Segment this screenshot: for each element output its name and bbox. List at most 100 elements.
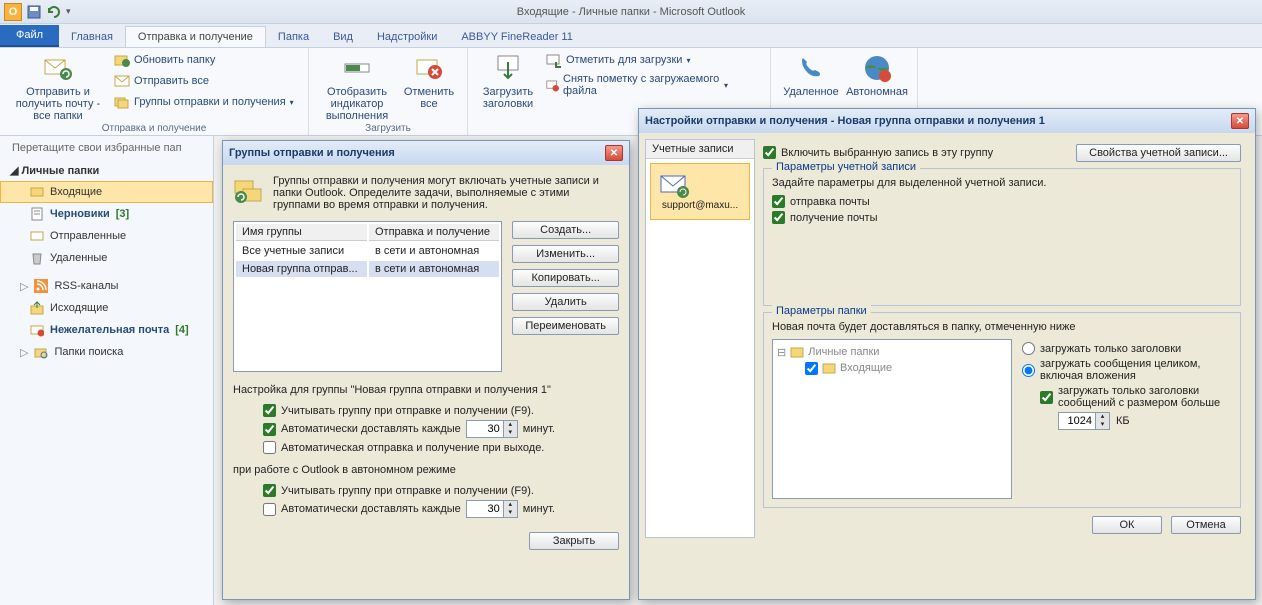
nav-inbox[interactable]: Входящие xyxy=(0,181,213,203)
folder-root-icon xyxy=(790,345,804,359)
dialog1-intro: Группы отправки и получения могут включа… xyxy=(273,175,619,211)
spin-up-icon[interactable]: ▴ xyxy=(503,501,517,509)
nav-search-folders[interactable]: ▷Папки поиска xyxy=(0,341,213,363)
tab-abbyy[interactable]: ABBYY FineReader 11 xyxy=(449,27,585,47)
unmark-button[interactable]: Снять пометку с загружаемого файла ▾ xyxy=(542,71,732,99)
favorites-hint: Перетащите свои избранные пап xyxy=(0,136,213,160)
dialog2-close-button[interactable]: ✕ xyxy=(1231,113,1249,129)
send-receive-all-button[interactable]: Отправить и получить почту - все папки xyxy=(8,50,108,124)
spin-down-icon[interactable]: ▾ xyxy=(1095,421,1109,429)
auto-interval-spinner-offline[interactable]: ▴▾ xyxy=(466,500,518,518)
junk-label: Нежелательная почта xyxy=(50,324,169,336)
mark-download-button[interactable]: Отметить для загрузки ▾ xyxy=(542,50,732,70)
tab-addins[interactable]: Надстройки xyxy=(365,27,449,47)
auto-interval-input[interactable] xyxy=(467,422,503,436)
account-properties-button[interactable]: Свойства учетной записи... xyxy=(1076,144,1241,162)
dialog1-title: Группы отправки и получения xyxy=(229,147,395,159)
deleted-label: Удаленные xyxy=(50,252,107,264)
radio-full-label: загружать сообщения целиком, включая вло… xyxy=(1040,358,1232,382)
envelope-icon xyxy=(114,73,130,89)
cancel-icon xyxy=(413,52,445,84)
dialup-button[interactable]: Удаленное xyxy=(779,50,843,100)
account-name: support@maxu... xyxy=(659,200,741,211)
groups-listbox[interactable]: Имя группыОтправка и получение Все учетн… xyxy=(233,221,502,372)
tab-folder[interactable]: Папка xyxy=(266,27,321,47)
tab-view[interactable]: Вид xyxy=(321,27,365,47)
edit-button[interactable]: Изменить... xyxy=(512,245,619,263)
save-icon[interactable] xyxy=(26,4,42,20)
spin-up-icon[interactable]: ▴ xyxy=(1095,413,1109,421)
ribbon-group-sendreceive: Отправить и получить почту - все папки О… xyxy=(0,48,309,135)
drafts-count: [3] xyxy=(116,208,129,220)
drafts-icon xyxy=(30,207,44,221)
nav-outbox[interactable]: Исходящие xyxy=(0,297,213,319)
chk-include-offline[interactable]: Учитывать группу при отправке и получени… xyxy=(263,484,619,497)
spin-up-icon[interactable]: ▴ xyxy=(503,421,517,429)
tree-inbox[interactable]: Входящие xyxy=(777,360,1007,376)
close-button[interactable]: Закрыть xyxy=(529,532,619,550)
chk-include-online[interactable]: Учитывать группу при отправке и получени… xyxy=(263,404,619,417)
cancel-button[interactable]: Отмена xyxy=(1171,516,1241,534)
dialog1-close-button[interactable]: ✕ xyxy=(605,145,623,161)
tab-file[interactable]: Файл xyxy=(0,25,59,47)
chk-include2-label: Учитывать группу при отправке и получени… xyxy=(281,485,534,497)
account-icon xyxy=(659,172,691,200)
nav-deleted[interactable]: Удаленные xyxy=(0,247,213,269)
tab-send-receive[interactable]: Отправка и получение xyxy=(125,26,266,47)
new-button[interactable]: Создать... xyxy=(512,221,619,239)
ok-button[interactable]: ОК xyxy=(1092,516,1162,534)
col-name: Имя группы xyxy=(236,224,367,241)
radio-full-items[interactable]: загружать сообщения целиком, включая вло… xyxy=(1022,358,1232,382)
nav-sent[interactable]: Отправленные xyxy=(0,225,213,247)
accounts-tab-header: Учетные записи xyxy=(646,140,754,159)
tab-home[interactable]: Главная xyxy=(59,27,125,47)
junk-count: [4] xyxy=(175,324,188,336)
size-input[interactable] xyxy=(1059,414,1095,428)
list-row[interactable]: Новая группа отправ...в сети и автономна… xyxy=(236,261,499,277)
outlook-icon[interactable]: O xyxy=(4,3,22,21)
tree-inbox-checkbox[interactable] xyxy=(805,362,818,375)
chk-receive-mail[interactable]: получение почты xyxy=(772,211,1232,224)
account-node[interactable]: ◢ Личные папки xyxy=(0,160,213,181)
cancel-all-button[interactable]: Отменить все xyxy=(399,50,459,112)
spin-down-icon[interactable]: ▾ xyxy=(503,429,517,437)
group-label-download: Загрузить xyxy=(309,123,467,134)
update-folder-button[interactable]: Обновить папку xyxy=(110,50,300,70)
spin-down-icon[interactable]: ▾ xyxy=(503,509,517,517)
chk-auto-online[interactable]: Автоматически доставлять каждые ▴▾ минут… xyxy=(263,420,619,438)
folder-tree[interactable]: ⊟Личные папки Входящие xyxy=(772,339,1012,499)
delete-button[interactable]: Удалить xyxy=(512,293,619,311)
undo-icon[interactable] xyxy=(46,4,62,20)
chk-send-mail[interactable]: отправка почты xyxy=(772,195,1232,208)
fieldset-account-params: Параметры учетной записи Задайте парамет… xyxy=(763,168,1241,306)
auto-interval2-input[interactable] xyxy=(467,502,503,516)
show-progress-button[interactable]: Отобразить индикатор выполнения xyxy=(317,50,397,124)
account-item[interactable]: support@maxu... xyxy=(650,163,750,220)
rss-label: RSS-каналы xyxy=(54,280,118,292)
unmark-label: Снять пометку с загружаемого файла xyxy=(563,73,720,97)
auto-interval-spinner[interactable]: ▴▾ xyxy=(466,420,518,438)
chk-headers-big[interactable]: загружать только заголовки сообщений с р… xyxy=(1040,385,1232,409)
tree-root[interactable]: ⊟Личные папки xyxy=(777,344,1007,360)
radio-headers-only[interactable]: загружать только заголовки xyxy=(1022,342,1232,355)
send-all-button[interactable]: Отправить все xyxy=(110,71,300,91)
offline-button[interactable]: Автономная xyxy=(845,50,909,100)
download-headers-button[interactable]: Загрузить заголовки xyxy=(476,50,540,112)
chk-auto-offline[interactable]: Автоматически доставлять каждые ▴▾ минут… xyxy=(263,500,619,518)
list-row[interactable]: Все учетные записив сети и автономная xyxy=(236,243,499,259)
qat-dropdown-icon[interactable]: ▾ xyxy=(66,6,71,17)
dialog2-title: Настройки отправки и получения - Новая г… xyxy=(645,115,1045,127)
send-receive-groups-button[interactable]: Группы отправки и получения ▾ xyxy=(110,92,300,112)
nav-drafts[interactable]: Черновики [3] xyxy=(0,203,213,225)
dialog2-titlebar: Настройки отправки и получения - Новая г… xyxy=(639,109,1255,133)
chk-exit[interactable]: Автоматическая отправка и получение при … xyxy=(263,441,619,454)
chk-include-account[interactable]: Включить выбранную запись в эту группу xyxy=(763,146,993,159)
nav-junk[interactable]: Нежелательная почта [4] xyxy=(0,319,213,341)
chk-auto2-label: Автоматически доставлять каждые xyxy=(281,503,461,515)
rename-button[interactable]: Переименовать xyxy=(512,317,619,335)
settings-for-label: Настройка для группы "Новая группа отпра… xyxy=(233,384,619,396)
nav-rss[interactable]: ▷RSS-каналы xyxy=(0,275,213,297)
chk-include-acc-label: Включить выбранную запись в эту группу xyxy=(781,147,993,159)
size-spinner[interactable]: ▴▾ xyxy=(1058,412,1110,430)
copy-button[interactable]: Копировать... xyxy=(512,269,619,287)
